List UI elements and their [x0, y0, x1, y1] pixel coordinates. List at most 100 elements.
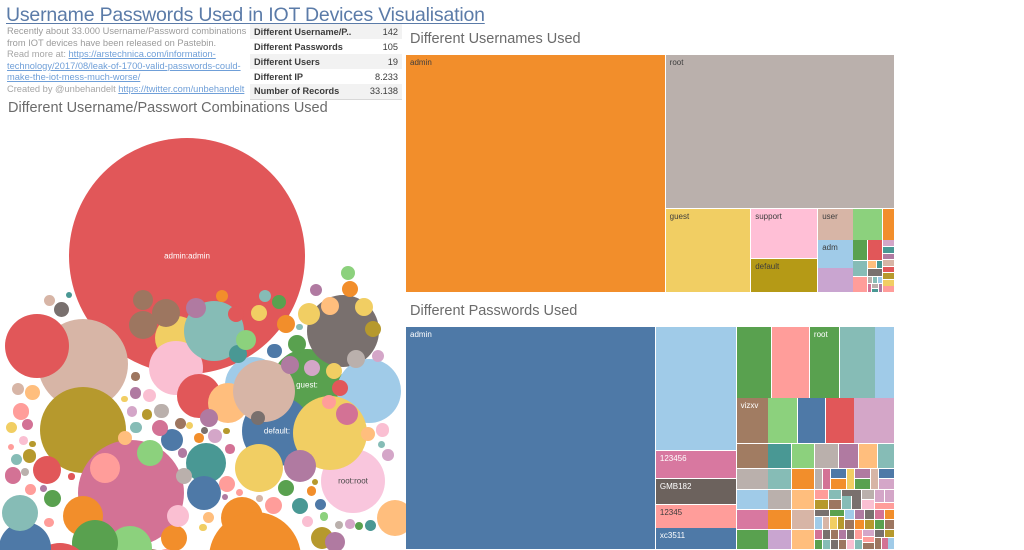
bubble[interactable] [332, 380, 348, 396]
bubble[interactable] [174, 417, 186, 429]
bubble[interactable] [382, 449, 395, 461]
bubble[interactable] [321, 297, 339, 315]
treemap-cell[interactable] [879, 479, 895, 489]
treemap-cell[interactable] [828, 499, 842, 510]
bubble[interactable] [176, 468, 192, 484]
bubble[interactable] [21, 467, 30, 476]
bubble[interactable] [167, 505, 189, 527]
treemap-cell-labeled[interactable]: 123456 [655, 450, 736, 479]
bubble[interactable] [235, 489, 243, 497]
treemap-cell[interactable] [831, 539, 839, 550]
treemap-cell[interactable] [871, 288, 879, 293]
treemap-cell[interactable] [854, 398, 895, 444]
bubble[interactable] [44, 295, 56, 307]
treemap-cell[interactable] [823, 529, 831, 540]
treemap-cell[interactable] [853, 277, 868, 293]
bubble[interactable] [315, 499, 327, 510]
treemap-cell[interactable] [868, 268, 882, 277]
bubble[interactable] [53, 301, 70, 318]
treemap-cell[interactable] [855, 509, 865, 520]
bubble[interactable] [126, 406, 138, 417]
bubble[interactable] [251, 305, 267, 321]
bubble[interactable] [377, 440, 385, 448]
bubble[interactable] [2, 495, 38, 531]
bubble[interactable] [256, 495, 263, 502]
treemap-cell-labeled[interactable]: 12345 [655, 505, 736, 528]
treemap-cell[interactable] [837, 516, 845, 530]
treemap-cell[interactable] [841, 496, 852, 510]
usernames-treemap[interactable]: admin root guest support default user adm [406, 55, 895, 293]
treemap-cell[interactable] [885, 509, 895, 520]
bubble[interactable] [319, 512, 329, 522]
bubble[interactable] [152, 420, 168, 436]
treemap-cell[interactable] [875, 327, 895, 398]
bubble[interactable] [310, 284, 322, 296]
treemap-cell[interactable] [882, 266, 895, 273]
treemap-cell[interactable] [882, 209, 895, 240]
bubble[interactable] [312, 478, 319, 485]
treemap-cell[interactable] [855, 479, 871, 489]
bubble[interactable] [22, 419, 34, 431]
treemap-cell[interactable] [853, 209, 882, 240]
bubble[interactable] [228, 306, 244, 322]
bubble[interactable] [202, 511, 214, 523]
treemap-cell[interactable] [868, 284, 871, 293]
bubble[interactable] [288, 335, 306, 353]
treemap-cell[interactable] [875, 509, 885, 520]
bubble[interactable] [364, 520, 376, 532]
treemap-cell[interactable] [863, 543, 875, 550]
bubble[interactable] [68, 473, 75, 480]
treemap-cell-labeled[interactable]: vizxv [736, 398, 768, 444]
treemap-cell[interactable] [875, 489, 885, 503]
bubble[interactable] [355, 298, 373, 316]
treemap-cell-labeled[interactable]: adm [818, 240, 853, 268]
bubble[interactable] [365, 321, 381, 337]
treemap-cell[interactable] [828, 489, 842, 500]
bubble[interactable] [292, 498, 308, 514]
treemap-cell[interactable] [865, 519, 875, 530]
twitter-link[interactable]: https://twitter.com/unbehandelt [118, 84, 244, 94]
treemap-cell[interactable] [847, 539, 855, 550]
treemap-cell[interactable] [855, 529, 863, 540]
treemap-cell[interactable] [875, 503, 895, 510]
bubble[interactable] [143, 388, 157, 402]
bubble[interactable] [12, 403, 29, 420]
bubble[interactable] [301, 515, 314, 528]
treemap-cell[interactable] [879, 468, 895, 479]
treemap-cell[interactable] [882, 286, 895, 293]
treemap-cell[interactable] [830, 516, 837, 530]
treemap-cell[interactable] [853, 260, 868, 277]
bubble[interactable] [141, 409, 153, 420]
treemap-cell[interactable] [815, 499, 828, 510]
treemap-cell[interactable] [847, 529, 855, 540]
bubble[interactable] [284, 450, 316, 482]
treemap-cell[interactable] [885, 489, 895, 503]
bubble[interactable] [278, 480, 294, 496]
bubble[interactable] [187, 476, 221, 510]
bubble[interactable] [322, 395, 336, 409]
treemap-cell[interactable] [815, 489, 828, 500]
treemap-cell[interactable] [768, 398, 797, 444]
treemap-cell[interactable] [859, 444, 878, 468]
treemap-cell[interactable] [736, 529, 768, 550]
treemap-cell[interactable] [818, 268, 853, 293]
treemap-cell[interactable] [882, 253, 895, 260]
bubble[interactable] [361, 427, 375, 441]
treemap-cell[interactable] [868, 277, 873, 284]
bubble[interactable] [199, 523, 207, 532]
bubble[interactable] [4, 467, 21, 484]
bubble[interactable] [200, 409, 218, 427]
bubble[interactable] [152, 299, 180, 327]
treemap-cell[interactable] [881, 537, 888, 550]
bubble[interactable] [221, 493, 228, 500]
treemap-cell[interactable] [875, 519, 885, 530]
passwords-treemap[interactable]: admin 123456 GMB182 12345 xc3511 root vizxv [406, 327, 895, 550]
treemap-cell[interactable] [822, 516, 830, 530]
treemap-cell[interactable] [815, 468, 823, 489]
bubble[interactable] [208, 429, 222, 443]
treemap-cell-labeled[interactable]: root [809, 327, 840, 398]
treemap-cell[interactable] [736, 509, 768, 530]
treemap-cell[interactable] [768, 444, 792, 468]
treemap-cell[interactable] [815, 516, 822, 530]
treemap-cell[interactable] [875, 529, 885, 538]
